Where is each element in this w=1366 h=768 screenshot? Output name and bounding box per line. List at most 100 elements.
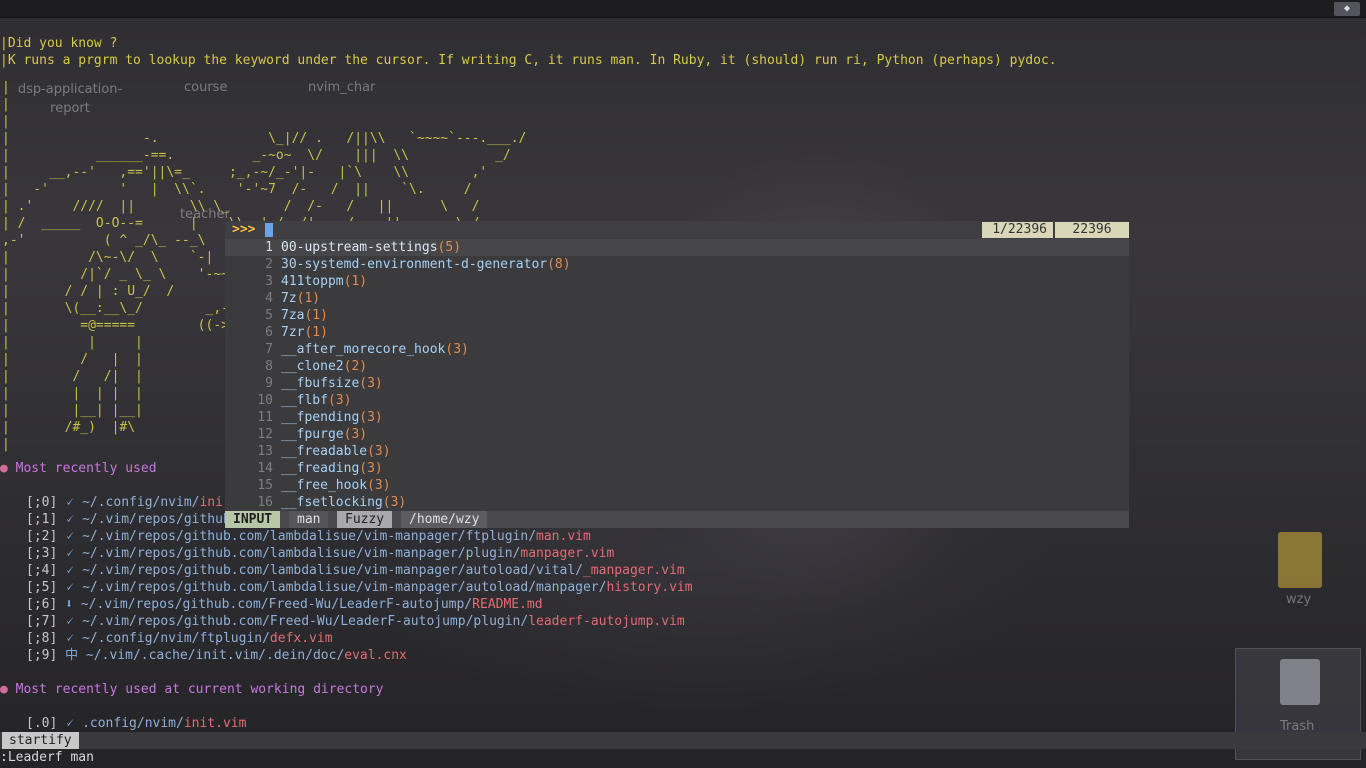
mru-path-dir: ~/.vim/.cache/init.vim/.dein/doc/ bbox=[85, 648, 345, 663]
man-page-name: __fsetlocking bbox=[281, 495, 383, 510]
result-line-number: 8 bbox=[265, 359, 273, 374]
result-row[interactable]: 2 30-systemd-environment-d-generator(8) bbox=[225, 256, 1129, 273]
mru-path-file: eval.cnx bbox=[344, 648, 407, 663]
result-line-number: 12 bbox=[257, 427, 273, 442]
mru-path-file: defx.vim bbox=[269, 631, 333, 646]
mru-path-file: _manpager.vim bbox=[582, 563, 685, 578]
section-mru-title: Most recently used bbox=[15, 461, 157, 476]
man-page-section: (1) bbox=[343, 274, 368, 289]
result-line-number: 10 bbox=[257, 393, 273, 408]
man-page-name: 411toppm bbox=[281, 274, 344, 289]
mru-path-file: README.md bbox=[472, 597, 543, 612]
file-type-icon: 中 bbox=[65, 648, 79, 663]
mru-path-dir: ~/.config/nvim/ftplugin/ bbox=[82, 631, 270, 646]
mru-path-file: leaderf-autojump.vim bbox=[528, 614, 685, 629]
file-type-icon: 🗸 bbox=[65, 495, 75, 510]
section-cwd-mru-title: Most recently used at current working di… bbox=[15, 682, 384, 697]
result-entry: __free_hook(3) bbox=[281, 477, 391, 494]
mru-path-dir: ~/.vim/repos/github.com/Freed-Wu/LeaderF… bbox=[80, 597, 473, 612]
result-entry: 7za(1) bbox=[281, 307, 328, 324]
result-entry: __flbf(3) bbox=[281, 392, 351, 409]
result-line-number: 14 bbox=[257, 461, 273, 476]
result-row[interactable]: 5 7za(1) bbox=[225, 307, 1129, 324]
result-entry: 411toppm(1) bbox=[281, 273, 367, 290]
mru-index: [;6] bbox=[26, 597, 58, 612]
mru-entry[interactable]: [.0] 🗸 .config/nvim/init.vim bbox=[26, 715, 246, 732]
result-entry: __freadable(3) bbox=[281, 443, 391, 460]
leaderf-prompt: >>> bbox=[232, 222, 256, 237]
leaderf-results[interactable]: 1 00-upstream-settings(5) 2 30-systemd-envi… bbox=[225, 239, 1129, 511]
man-page-section: (8) bbox=[547, 257, 571, 272]
result-row[interactable]: 6 7zr(1) bbox=[225, 324, 1129, 341]
result-line-number: 3 bbox=[265, 274, 273, 289]
result-row[interactable]: 1 00-upstream-settings(5) bbox=[225, 239, 1129, 256]
man-page-name: __clone2 bbox=[281, 359, 344, 374]
mru-path-dir: ~/.vim/repos/github.com/Freed-Wu/LeaderF… bbox=[82, 614, 529, 629]
result-line-number: 1 bbox=[265, 240, 273, 255]
mru-entry[interactable]: [;8] 🗸 ~/.config/nvim/ftplugin/defx.vim bbox=[26, 630, 333, 647]
man-page-section: (3) bbox=[359, 410, 383, 425]
mru-index: [;5] bbox=[26, 580, 58, 595]
mru-path-dir: ~/.config/nvim/ bbox=[82, 495, 200, 510]
result-row[interactable]: 16 __fsetlocking(3) bbox=[225, 494, 1129, 511]
result-entry: 7z(1) bbox=[281, 290, 320, 307]
mru-entry[interactable]: [;4] 🗸 ~/.vim/repos/github.com/lambdalis… bbox=[26, 562, 685, 579]
mru-entry[interactable]: [;0] 🗸 ~/.config/nvim/ini bbox=[26, 494, 223, 511]
result-entry: 00-upstream-settings(5) bbox=[281, 239, 461, 256]
result-row[interactable]: 10 __flbf(3) bbox=[225, 392, 1129, 409]
result-row[interactable]: 12 __fpurge(3) bbox=[225, 426, 1129, 443]
man-page-name: 7z bbox=[281, 291, 297, 306]
file-type-icon: 🗸 bbox=[65, 546, 75, 561]
result-row[interactable]: 14 __freading(3) bbox=[225, 460, 1129, 477]
man-page-section: (2) bbox=[343, 359, 368, 374]
result-row[interactable]: 9 __fbufsize(3) bbox=[225, 375, 1129, 392]
man-page-name: __fpurge bbox=[281, 427, 344, 442]
result-entry: __after_morecore_hook(3) bbox=[281, 341, 469, 358]
result-line-number: 4 bbox=[265, 291, 273, 306]
result-row[interactable]: 4 7z(1) bbox=[225, 290, 1129, 307]
man-page-name: __after_morecore_hook bbox=[281, 342, 446, 357]
result-entry: __clone2(2) bbox=[281, 358, 367, 375]
file-type-icon: 🗸 bbox=[65, 512, 75, 527]
mru-entry[interactable]: [;9] 中 ~/.vim/.cache/init.vim/.dein/doc/… bbox=[26, 647, 407, 664]
result-row[interactable]: 8 __clone2(2) bbox=[225, 358, 1129, 375]
mru-entry[interactable]: [;1] 🗸 ~/.vim/repos/github bbox=[26, 511, 231, 528]
pin-icon: ● bbox=[0, 461, 16, 476]
result-entry: __fpurge(3) bbox=[281, 426, 367, 443]
man-page-name: __freading bbox=[281, 461, 360, 476]
mru-entry[interactable]: [;5] 🗸 ~/.vim/repos/github.com/lambdalis… bbox=[26, 579, 693, 596]
man-page-section: (3) bbox=[367, 444, 391, 459]
cwd-indicator: /home/wzy bbox=[401, 511, 488, 528]
result-row[interactable]: 15 __free_hook(3) bbox=[225, 477, 1129, 494]
mru-path-file: man.vim bbox=[536, 529, 591, 544]
man-page-section: (3) bbox=[359, 461, 383, 476]
man-page-name: __free_hook bbox=[281, 478, 368, 493]
category-indicator: man bbox=[289, 511, 329, 528]
leaderf-popup[interactable]: >>> 1/22396 22396 1 00-upstream-settings(… bbox=[225, 221, 1129, 528]
mru-index: [;3] bbox=[26, 546, 58, 561]
result-row[interactable]: 3 411toppm(1) bbox=[225, 273, 1129, 290]
result-row[interactable]: 13 __freadable(3) bbox=[225, 443, 1129, 460]
result-row[interactable]: 7 __after_morecore_hook(3) bbox=[225, 341, 1129, 358]
section-mru: ● Most recently used bbox=[0, 460, 157, 477]
result-row[interactable]: 11 __fpending(3) bbox=[225, 409, 1129, 426]
mode-indicator: INPUT bbox=[225, 511, 281, 528]
match-count: 1/22396 bbox=[982, 222, 1053, 238]
mru-entry[interactable]: [;7] 🗸 ~/.vim/repos/github.com/Freed-Wu/… bbox=[26, 613, 685, 630]
leaderf-input-bar[interactable]: >>> 1/22396 22396 bbox=[225, 221, 1129, 239]
man-page-section: (1) bbox=[304, 308, 328, 323]
buffer-name: startify bbox=[2, 732, 79, 749]
match-mode-indicator[interactable]: Fuzzy bbox=[337, 511, 393, 528]
file-type-icon: 🗸 bbox=[65, 614, 75, 629]
result-line-number: 5 bbox=[265, 308, 273, 323]
man-page-name: __fpending bbox=[281, 410, 360, 425]
mru-entry[interactable]: [;2] 🗸 ~/.vim/repos/github.com/lambdalis… bbox=[26, 528, 591, 545]
mru-entry[interactable]: [;3] 🗸 ~/.vim/repos/github.com/lambdalis… bbox=[26, 545, 614, 562]
file-type-icon: 🗸 bbox=[65, 716, 75, 731]
text-cursor[interactable] bbox=[265, 223, 273, 237]
command-line[interactable]: :Leaderf man bbox=[0, 749, 1366, 768]
result-line-number: 13 bbox=[257, 444, 273, 459]
mru-entry[interactable]: [;6] ⬇ ~/.vim/repos/github.com/Freed-Wu/… bbox=[26, 596, 543, 613]
mru-index: [;8] bbox=[26, 631, 58, 646]
man-page-section: (1) bbox=[304, 325, 328, 340]
